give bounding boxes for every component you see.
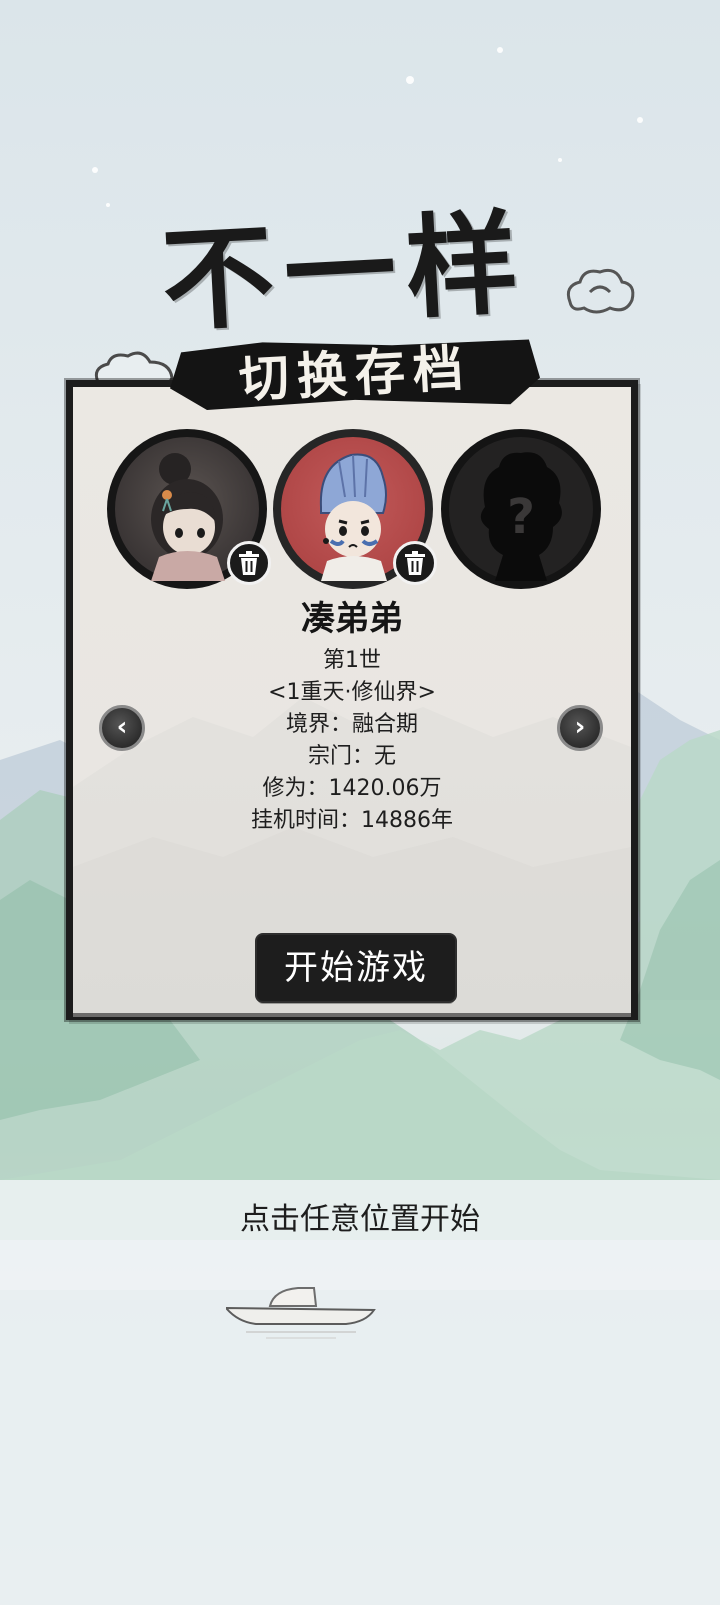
character-cultivation: 修为：1420.06万 xyxy=(262,776,442,801)
unknown-character-silhouette-icon: ? xyxy=(480,452,562,581)
character-generation: 第1世 xyxy=(323,648,381,673)
character-name: 凑弟弟 xyxy=(301,599,403,639)
tap-anywhere-hint: 点击任意位置开始 xyxy=(240,1202,480,1237)
save-slot-3[interactable]: ? xyxy=(441,429,601,589)
previous-save-button[interactable]: ‹ xyxy=(99,705,145,751)
next-save-button[interactable]: › xyxy=(557,705,603,751)
cloud-icon xyxy=(566,268,635,314)
save-slot-panel: ? 凑弟弟 第1世 <1重天·修仙界> 境界：融合期 宗门：无 修为：1420.… xyxy=(66,380,638,1020)
save-slot-1[interactable] xyxy=(107,429,271,589)
svg-text:?: ? xyxy=(507,489,535,545)
trash-icon xyxy=(405,551,425,575)
character-idle-time: 挂机时间：14886年 xyxy=(251,808,453,833)
start-game-button[interactable]: 开始游戏 xyxy=(257,935,455,1001)
game-title: 不一样 xyxy=(158,197,532,348)
trash-icon xyxy=(239,551,259,575)
game-screen[interactable]: 不一样 切换存档 ? 凑弟弟 第1世 <1重天·修仙界> 境界：融合期 宗门：无… xyxy=(0,0,720,1605)
chevron-right-icon: › xyxy=(574,712,586,742)
character-realm: <1重天·修仙界> xyxy=(268,680,436,705)
delete-save-button[interactable] xyxy=(227,541,271,585)
save-slot-2[interactable] xyxy=(273,429,437,589)
character-sect: 宗门：无 xyxy=(307,744,396,769)
delete-save-button[interactable] xyxy=(393,541,437,585)
chevron-left-icon: ‹ xyxy=(116,712,128,742)
boat-illustration xyxy=(226,1287,376,1339)
character-stage: 境界：融合期 xyxy=(285,712,418,737)
